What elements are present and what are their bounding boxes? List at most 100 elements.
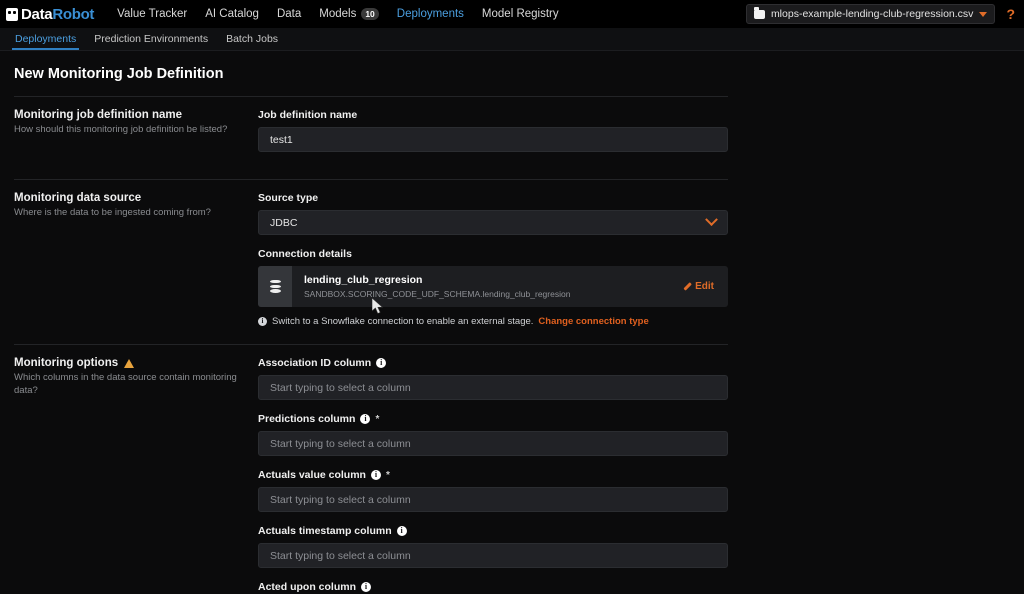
section-title: Monitoring job definition name [14,109,242,121]
field-label: Source type [258,192,728,204]
connection-card[interactable]: lending_club_regresion SANDBOX.SCORING_C… [258,266,728,307]
section-subtitle: How should this monitoring job definitio… [14,124,242,137]
info-icon[interactable]: i [371,470,381,480]
field-label-text: Job definition name [258,109,357,121]
connection-info: lending_club_regresion SANDBOX.SCORING_C… [292,274,682,299]
nav-item-ai-catalog[interactable]: AI Catalog [196,0,268,28]
datarobot-logo-icon [6,8,18,21]
section-description: Monitoring options Which columns in the … [14,357,258,398]
nav-item-value-tracker[interactable]: Value Tracker [108,0,196,28]
logo-text-data: Data [21,6,52,23]
help-icon[interactable]: ? [1003,6,1018,22]
field-label-text: Actuals value column [258,469,366,481]
field-label: Actuals value column i * [258,469,728,481]
field-label: Actuals timestamp column i [258,525,728,537]
nav-item-label: Models [319,0,356,28]
database-icon [270,280,281,293]
section-title: Monitoring data source [14,192,242,204]
connection-note-text: Switch to a Snowflake connection to enab… [272,316,533,327]
field-source-type: Source type JDBC [258,192,728,235]
nav-item-label: Deployments [397,0,464,28]
association-id-column-input[interactable]: Start typing to select a column [258,375,728,400]
connection-path: SANDBOX.SCORING_CODE_UDF_SCHEMA.lending_… [304,289,682,299]
logo-text-robot: Robot [52,6,94,23]
info-icon[interactable]: i [361,582,371,592]
section-title: Monitoring options [14,357,242,369]
required-marker: * [386,470,390,481]
field-association-id-column: Association ID column i Start typing to … [258,357,728,400]
info-icon[interactable]: i [360,414,370,424]
subnav-item-label: Deployments [15,33,76,45]
change-connection-type-link[interactable]: Change connection type [538,316,648,327]
section-monitoring-job-definition-name: Monitoring job definition name How shoul… [0,97,1024,165]
edit-button-label: Edit [695,281,714,292]
field-label: Connection details [258,248,728,260]
section-fields: Job definition name test1 [258,109,728,165]
section-monitoring-options: Monitoring options Which columns in the … [0,345,1024,594]
job-definition-name-input[interactable]: test1 [258,127,728,152]
page-title: New Monitoring Job Definition [0,51,1024,82]
field-label-text: Source type [258,192,318,204]
predictions-column-input[interactable]: Start typing to select a column [258,431,728,456]
top-navigation-bar: DataRobot Value Tracker AI Catalog Data … [0,0,1024,28]
nav-item-data[interactable]: Data [268,0,310,28]
folder-icon [754,10,765,19]
field-label-text: Predictions column [258,413,355,425]
warning-triangle-icon [124,359,134,368]
info-icon: i [258,317,267,326]
section-description: Monitoring job definition name How shoul… [14,109,258,137]
field-label-text: Actuals timestamp column [258,525,392,537]
subnav-item-label: Prediction Environments [94,33,208,45]
actuals-value-column-input[interactable]: Start typing to select a column [258,487,728,512]
field-job-definition-name: Job definition name test1 [258,109,728,152]
nav-item-label: Model Registry [482,0,559,28]
datarobot-logo-text: DataRobot [21,6,94,23]
subnav-item-label: Batch Jobs [226,33,278,45]
project-selector[interactable]: mlops-example-lending-club-regression.cs… [746,4,996,24]
source-type-select[interactable]: JDBC [258,210,728,235]
chevron-down-icon[interactable] [705,213,718,226]
field-label: Acted upon column i [258,581,728,593]
field-label: Association ID column i [258,357,728,369]
subnav-item-deployments[interactable]: Deployments [6,28,85,50]
section-fields: Source type JDBC Connection details lend… [258,192,728,327]
field-label: Predictions column i * [258,413,728,425]
section-title-text: Monitoring options [14,357,118,369]
pencil-icon [682,282,691,291]
subnav-item-batch-jobs[interactable]: Batch Jobs [217,28,287,50]
connection-name: lending_club_regresion [304,274,682,286]
page-content: New Monitoring Job Definition Monitoring… [0,51,1024,594]
project-name-label: mlops-example-lending-club-regression.cs… [771,8,974,20]
actuals-timestamp-column-input[interactable]: Start typing to select a column [258,543,728,568]
field-label-text: Acted upon column [258,581,356,593]
subnav-item-prediction-environments[interactable]: Prediction Environments [85,28,217,50]
nav-item-label: Data [277,0,301,28]
nav-item-model-registry[interactable]: Model Registry [473,0,568,28]
field-acted-upon-column: Acted upon column i Start typing to sele… [258,581,728,594]
chevron-down-icon[interactable] [979,12,987,17]
nav-item-models[interactable]: Models 10 [310,0,388,28]
section-description: Monitoring data source Where is the data… [14,192,258,220]
nav-item-label: AI Catalog [205,0,259,28]
models-count-badge: 10 [361,8,378,20]
info-icon[interactable]: i [397,526,407,536]
connection-note: i Switch to a Snowflake connection to en… [258,316,728,327]
section-subtitle: Where is the data to be ingested coming … [14,207,242,220]
field-connection-details: Connection details lending_club_regresio… [258,248,728,327]
field-label-text: Association ID column [258,357,371,369]
required-marker: * [375,414,379,425]
section-subtitle: Which columns in the data source contain… [14,372,242,398]
nav-item-deployments[interactable]: Deployments [388,0,473,28]
section-monitoring-data-source: Monitoring data source Where is the data… [0,180,1024,327]
nav-item-label: Value Tracker [117,0,187,28]
top-nav-right-group: mlops-example-lending-club-regression.cs… [746,0,1018,28]
edit-connection-button[interactable]: Edit [682,281,728,292]
field-label: Job definition name [258,109,728,121]
source-type-value: JDBC [270,217,297,229]
datarobot-logo[interactable]: DataRobot [6,6,94,23]
field-predictions-column: Predictions column i * Start typing to s… [258,413,728,456]
secondary-navigation-bar: Deployments Prediction Environments Batc… [0,28,1024,51]
field-actuals-value-column: Actuals value column i * Start typing to… [258,469,728,512]
info-icon[interactable]: i [376,358,386,368]
field-actuals-timestamp-column: Actuals timestamp column i Start typing … [258,525,728,568]
